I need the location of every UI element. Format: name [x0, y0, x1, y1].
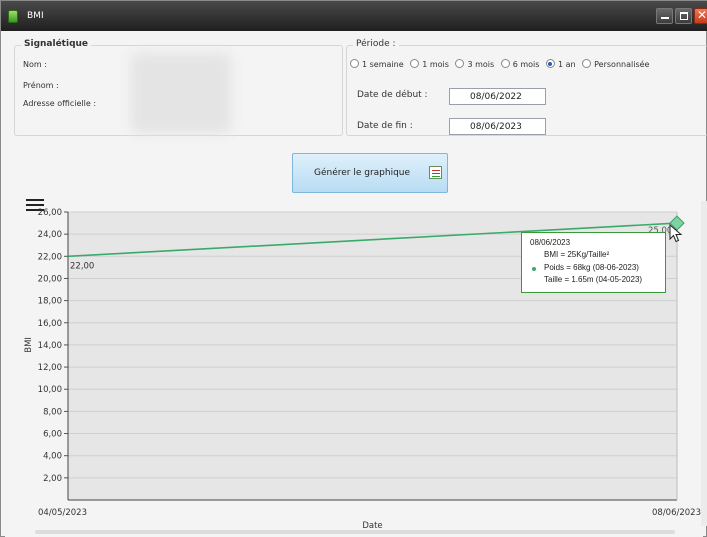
generate-chart-label: Générer le graphique [314, 168, 411, 178]
title-bar: BMI ✕ [1, 1, 707, 31]
start-date-input[interactable] [449, 88, 546, 105]
y-tick-label: 26,00 [38, 208, 62, 218]
mouse-cursor-icon [669, 224, 683, 243]
horizontal-scrollbar[interactable] [5, 528, 703, 537]
radio-1-an[interactable]: 1 an [545, 59, 576, 69]
tooltip-poids: Poids = 68kg (08-06-2023) [544, 263, 639, 272]
app-icon [8, 10, 18, 23]
y-tick-label: 16,00 [38, 319, 62, 329]
x-tick-label: 08/06/2023 [652, 508, 701, 518]
nom-label: Nom : [23, 60, 47, 69]
window-title: BMI [27, 11, 44, 21]
radio-label: 1 mois [422, 60, 449, 69]
radio-button[interactable] [500, 59, 510, 68]
radio-label: Personnalisée [594, 60, 650, 69]
close-button[interactable]: ✕ [694, 8, 707, 24]
radio-personnalisee[interactable]: Personnalisée [582, 59, 649, 69]
y-tick-label: 6,00 [43, 430, 62, 440]
start-date-label: Date de début : [357, 90, 428, 100]
maximize-button[interactable] [675, 8, 692, 24]
y-tick-label: 4,00 [43, 452, 62, 462]
maximize-icon [680, 12, 688, 20]
data-label: 22,00 [70, 261, 94, 271]
y-tick-label: 12,00 [38, 363, 62, 373]
radio-label: 6 mois [512, 60, 540, 69]
y-tick-label: 10,00 [38, 385, 62, 395]
radio-label: 1 an [557, 60, 576, 69]
end-date-input[interactable] [449, 118, 546, 135]
radio-6-mois[interactable]: 6 mois [500, 59, 540, 69]
series-dot-icon [532, 267, 536, 271]
end-date-label: Date de fin : [357, 121, 413, 131]
radio-label: 3 mois [467, 60, 495, 69]
radio-1-semaine[interactable]: 1 semaine [350, 59, 404, 69]
periode-legend: Période : [353, 39, 399, 49]
x-tick-label: 04/05/2023 [38, 508, 87, 518]
redacted-identity [131, 53, 231, 133]
vertical-scrollbar[interactable] [701, 201, 707, 526]
scrollbar-thumb[interactable] [35, 530, 675, 534]
radio-button[interactable] [455, 59, 465, 68]
y-tick-label: 8,00 [43, 407, 62, 417]
minimize-button[interactable] [656, 8, 673, 24]
tooltip-date: 08/06/2023 [530, 238, 571, 247]
y-tick-label: 18,00 [38, 297, 62, 307]
period-radio-group: 1 semaine 1 mois 3 mois 6 mois 1 an Pers… [350, 59, 653, 69]
tooltip-bmi: BMI = 25Kg/Taille² [544, 250, 610, 259]
radio-button[interactable] [350, 59, 359, 68]
adresse-label: Adresse officielle : [23, 99, 97, 108]
y-tick-label: 24,00 [38, 230, 62, 240]
radio-3-mois[interactable]: 3 mois [455, 59, 494, 69]
radio-label: 1 semaine [362, 60, 404, 69]
close-icon: ✕ [697, 8, 707, 22]
radio-button[interactable] [410, 59, 420, 68]
prenom-label: Prénom : [23, 81, 59, 90]
tooltip-taille: Taille = 1.65m (04-05-2023) [544, 275, 643, 284]
y-tick-label: 2,00 [43, 474, 62, 484]
minimize-icon [661, 17, 669, 19]
y-tick-label: 20,00 [38, 274, 62, 284]
y-axis-title: BMI [24, 337, 34, 353]
signaletique-legend: Signalétique [21, 39, 92, 49]
generate-chart-button[interactable]: Générer le graphique [292, 153, 448, 193]
bmi-window: BMI ✕ Signalétique Nom : Prénom : Adress… [0, 0, 707, 537]
data-point-tooltip: 08/06/2023 BMI = 25Kg/Taille² Poids = 68… [521, 232, 666, 293]
y-tick-label: 22,00 [38, 252, 62, 262]
radio-1-mois[interactable]: 1 mois [410, 59, 449, 69]
radio-button[interactable] [582, 59, 592, 68]
y-tick-label: 14,00 [38, 341, 62, 351]
radio-button-selected[interactable] [545, 59, 555, 68]
chart-icon [429, 166, 442, 179]
